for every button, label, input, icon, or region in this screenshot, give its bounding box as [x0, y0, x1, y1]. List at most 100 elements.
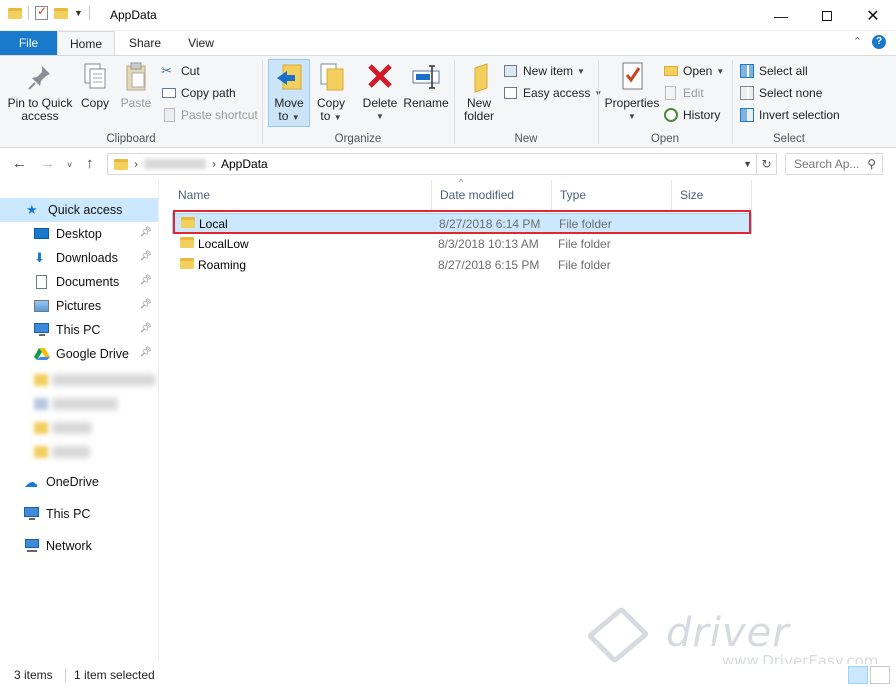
column-header-date[interactable]: Date modified [432, 180, 552, 210]
pin-icon[interactable]: 📌︎ [139, 275, 152, 286]
status-divider [65, 669, 66, 682]
column-header-type[interactable]: Type [552, 180, 672, 210]
details-view-button[interactable] [848, 666, 868, 684]
new-folder-icon [463, 60, 495, 94]
table-row[interactable]: Roaming 8/27/2018 6:15 PM File folder [172, 255, 752, 276]
scissors-icon: ✂ [161, 63, 172, 78]
close-button[interactable]: ✕ [850, 0, 896, 31]
pin-icon[interactable]: 📌︎ [139, 251, 152, 262]
move-to-button[interactable]: Move to ▼ [268, 59, 310, 127]
sidebar-item-documents[interactable]: Documents 📌︎ [0, 270, 158, 294]
delete-button[interactable]: Delete ▼ [361, 60, 399, 123]
tab-file[interactable]: File [0, 31, 57, 55]
pin-icon[interactable]: 📌︎ [139, 347, 152, 358]
pin-icon [24, 60, 56, 94]
quick-access-toolbar: ▼ [8, 4, 90, 20]
copy-path-button[interactable]: Copy path [161, 83, 236, 103]
minimize-button[interactable]: — [758, 0, 804, 31]
organize-group: Move to ▼ Copy to ▼ Delete ▼ Rename Orga… [263, 56, 453, 148]
cut-button[interactable]: ✂ Cut [161, 61, 200, 81]
edit-icon [663, 85, 679, 101]
table-row[interactable]: LocalLow 8/3/2018 10:13 AM File folder [172, 234, 752, 255]
pane-divider[interactable] [158, 180, 159, 660]
status-bar: 3 items 1 item selected [0, 664, 896, 687]
history-button[interactable]: History [663, 105, 720, 125]
paste-shortcut-button[interactable]: Paste shortcut [161, 105, 258, 125]
breadcrumb-chevron-icon[interactable]: › [134, 157, 138, 171]
pin-icon[interactable]: 📌︎ [139, 227, 152, 238]
move-to-icon [273, 60, 305, 94]
breadcrumb-chevron-icon[interactable]: › [212, 157, 216, 171]
folder-icon [180, 258, 194, 272]
folder-icon [114, 158, 128, 170]
new-group: New folder New item ▼ Easy access ▼ New [455, 56, 602, 148]
pin-icon[interactable]: 📌︎ [139, 299, 152, 310]
sidebar-item-this-pc-root[interactable]: This PC [0, 502, 158, 526]
sidebar-item-onedrive[interactable]: ☁ OneDrive [0, 470, 158, 494]
invert-selection-icon [739, 107, 755, 123]
pin-icon[interactable]: 📌︎ [139, 323, 152, 334]
new-item-button[interactable]: New item ▼ [503, 61, 585, 81]
sidebar-item-network[interactable]: Network [0, 534, 158, 558]
clipboard-group: Pin to Quick access Copy Paste ✂ Cut Cop… [0, 56, 262, 148]
paste-icon [120, 60, 152, 94]
google-drive-icon [34, 347, 50, 361]
customize-toolbar-icon[interactable]: ▼ [74, 8, 83, 18]
sidebar-item-quick-access[interactable]: ★ Quick access [0, 198, 158, 222]
tab-view[interactable]: View [174, 31, 228, 55]
sidebar-item-downloads[interactable]: ⬇ Downloads 📌︎ [0, 246, 158, 270]
blurred-folder-icon [34, 422, 48, 434]
paste-button[interactable]: Paste [118, 60, 154, 110]
sidebar-item-desktop[interactable]: Desktop 📌︎ [0, 222, 158, 246]
sidebar-item-google-drive[interactable]: Google Drive 📌︎ [0, 342, 158, 366]
downloads-icon: ⬇ [34, 250, 45, 265]
blurred-item [52, 398, 118, 410]
tab-home[interactable]: Home [57, 31, 115, 56]
ribbon: Pin to Quick access Copy Paste ✂ Cut Cop… [0, 55, 896, 148]
back-arrow-icon[interactable]: ← [12, 155, 27, 172]
copy-path-icon [161, 85, 177, 101]
copy-button[interactable]: Copy [78, 60, 112, 110]
new-folder-button[interactable]: New folder [461, 60, 497, 123]
column-header-size[interactable]: Size [672, 180, 752, 210]
select-all-button[interactable]: Select all [739, 61, 808, 81]
pin-to-quick-access-button[interactable]: Pin to Quick access [6, 60, 74, 123]
help-icon[interactable]: ? [872, 35, 886, 49]
select-none-icon [739, 85, 755, 101]
recent-locations-icon[interactable]: ˅ [67, 160, 72, 170]
column-header-name[interactable]: Name [170, 180, 432, 210]
new-folder-icon[interactable] [54, 7, 68, 19]
file-type: File folder [558, 258, 611, 272]
select-none-button[interactable]: Select none [739, 83, 822, 103]
invert-selection-button[interactable]: Invert selection [739, 105, 840, 125]
copy-to-button[interactable]: Copy to ▼ [313, 60, 349, 124]
blurred-folder-icon [34, 446, 48, 458]
breadcrumb-current[interactable]: AppData [221, 157, 268, 171]
refresh-button[interactable]: ↻ [757, 153, 777, 175]
sidebar-item-this-pc[interactable]: This PC 📌︎ [0, 318, 158, 342]
clipboard-label: Clipboard [106, 133, 156, 145]
address-dropdown-icon[interactable]: ▼ [743, 159, 752, 169]
edit-button[interactable]: Edit [663, 83, 704, 103]
collapse-ribbon-icon[interactable]: ⌃ [853, 35, 862, 49]
title-bar: ▼ AppData — ✕ [0, 0, 896, 31]
organize-label: Organize [334, 133, 382, 145]
window-title: AppData [110, 8, 157, 22]
address-bar[interactable]: › › AppData ▼ [107, 153, 757, 175]
maximize-button[interactable] [804, 0, 850, 31]
easy-access-button[interactable]: Easy access ▼ [503, 83, 602, 103]
large-icons-view-button[interactable] [870, 666, 890, 684]
sidebar-item-pictures[interactable]: Pictures 📌︎ [0, 294, 158, 318]
rename-button[interactable]: Rename [403, 60, 449, 110]
new-item-icon [503, 63, 519, 79]
select-label: Select [773, 133, 805, 145]
properties-icon[interactable] [35, 4, 48, 20]
search-input[interactable]: Search Ap... ⚲ [785, 153, 883, 175]
open-button[interactable]: Open ▼ [663, 61, 724, 81]
properties-button[interactable]: Properties ▼ [605, 60, 659, 123]
forward-arrow-icon[interactable]: → [40, 155, 55, 172]
tab-share[interactable]: Share [118, 31, 172, 55]
easy-access-icon [503, 85, 519, 101]
item-count: 3 items [14, 668, 53, 682]
up-arrow-icon[interactable]: ↑ [86, 155, 94, 172]
